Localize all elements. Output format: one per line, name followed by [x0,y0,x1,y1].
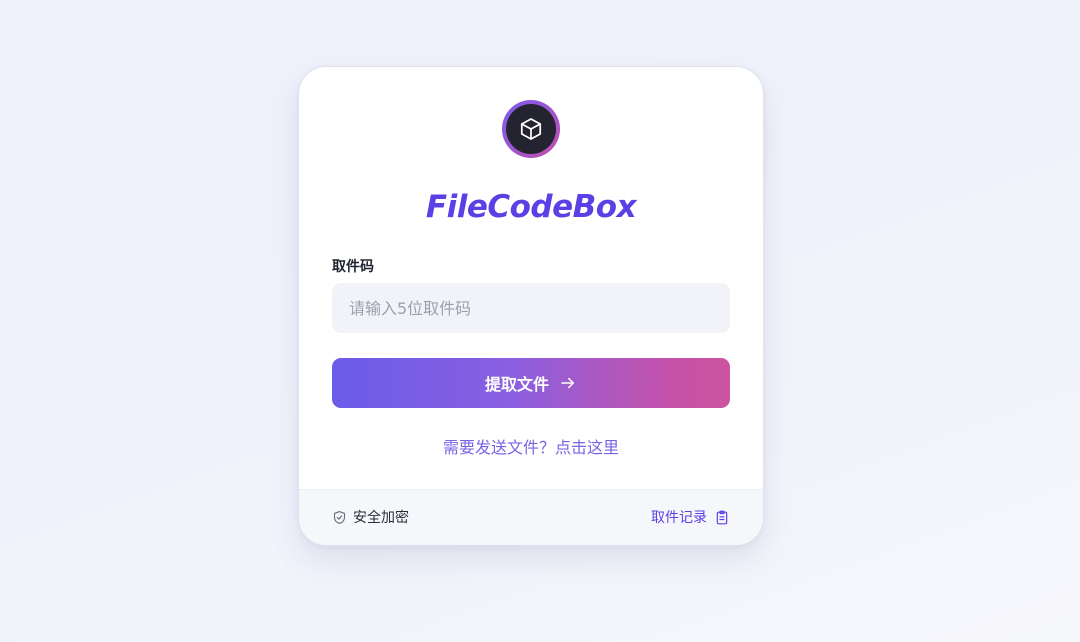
cube-icon [518,116,544,142]
pickup-card: FileCodeBox 取件码 提取文件 需要发送文件？点击这里 安全加密 取件… [298,66,764,546]
card-footer: 安全加密 取件记录 [299,489,763,545]
extract-file-button[interactable]: 提取文件 [332,358,730,408]
security-label: 安全加密 [353,510,409,526]
pickup-history-label: 取件记录 [651,510,707,526]
brand-title: FileCodeBox [425,189,637,225]
clipboard-list-icon [714,509,730,526]
extract-file-label: 提取文件 [484,375,549,394]
pickup-history-link[interactable]: 取件记录 [651,507,730,527]
arrow-right-icon [559,374,577,392]
send-file-link[interactable]: 需要发送文件？点击这里 [299,434,763,458]
logo-inner [506,104,556,154]
code-label: 取件码 [332,259,374,275]
pickup-code-input[interactable] [332,283,730,333]
security-badge: 安全加密 [332,507,409,527]
shield-check-icon [332,510,347,525]
logo [502,100,560,158]
